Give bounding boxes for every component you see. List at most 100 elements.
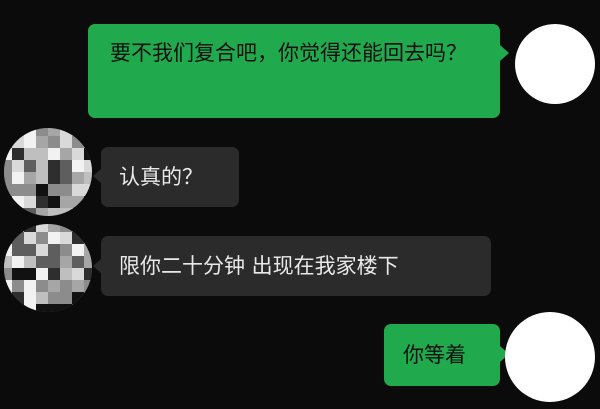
mosaic-pixel [36,208,48,216]
mosaic-pixel [84,136,92,148]
mosaic-pixel [84,184,92,196]
mosaic-pixel [60,184,72,196]
mosaic-pixel [72,244,84,256]
mosaic-pixel [4,268,12,280]
mosaic-pixel [24,160,36,172]
mosaic-pixel [4,224,12,232]
mosaic-pixel [36,304,48,312]
mosaic-pixel [12,244,24,256]
mosaic-pixel [24,172,36,184]
mosaic-pixel [12,148,24,160]
mosaic-pixel [24,196,36,208]
mosaic-pixel [24,128,36,136]
mosaic-pixel [24,256,36,268]
contact-avatar[interactable] [4,128,92,216]
mosaic-pixel [24,148,36,160]
mosaic-pixel [12,160,24,172]
mosaic-pixel [48,256,60,268]
mosaic-pixel [84,128,92,136]
mosaic-pixel [84,304,92,312]
mosaic-pixel [36,160,48,172]
mosaic-pixel [12,196,24,208]
contact-avatar[interactable] [4,224,92,312]
mosaic-pixel [60,208,72,216]
mosaic-pixel [36,244,48,256]
own-avatar[interactable] [515,24,595,104]
mosaic-pixel [60,160,72,172]
mosaic-pixel [84,292,92,304]
mosaic-pixel [84,160,92,172]
mosaic-pixel [4,256,12,268]
mosaic-pixel [60,268,72,280]
mosaic-pixel [4,160,12,172]
mosaic-pixel [48,148,60,160]
mosaic-pixel [12,232,24,244]
mosaic-pixel [36,172,48,184]
mosaic-pixel [84,280,92,292]
mosaic-pixel [4,172,12,184]
mosaic-pixel [60,304,72,312]
mosaic-pixel [84,172,92,184]
mosaic-pixel [48,224,60,232]
mosaic-pixel [36,136,48,148]
mosaic-pixel [72,172,84,184]
mosaic-pixel [4,136,12,148]
message-text: 要不我们复合吧，你觉得还能回去吗？ [110,41,467,65]
mosaic-pixel [4,280,12,292]
message-bubble-sent[interactable]: 要不我们复合吧，你觉得还能回去吗？ [88,24,500,118]
mosaic-pixel [84,196,92,208]
mosaic-pixel [60,148,72,160]
message-bubble-received[interactable]: 限你二十分钟 出现在我家楼下 [101,236,491,296]
mosaic-pixel [24,304,36,312]
mosaic-pixel [24,244,36,256]
mosaic-pixel [84,232,92,244]
mosaic-pixel [36,256,48,268]
mosaic-pixel [84,208,92,216]
mosaic-pixel [84,256,92,268]
mosaic-pixel [4,184,12,196]
mosaic-pixel [72,208,84,216]
mosaic-pixel [36,184,48,196]
mosaic-pixel [24,208,36,216]
mosaic-pixel [24,292,36,304]
message-bubble-received[interactable]: 认真的？ [101,147,239,207]
mosaic-pixel [12,292,24,304]
mosaic-pixel [12,224,24,232]
own-avatar[interactable] [505,312,595,402]
mosaic-pixel [36,148,48,160]
mosaic-pixel [84,148,92,160]
mosaic-pixel [36,128,48,136]
mosaic-pixel [72,136,84,148]
mosaic-pixel [24,280,36,292]
mosaic-pixel [4,148,12,160]
mosaic-pixel [48,172,60,184]
message-bubble-sent[interactable]: 你等着 [384,324,500,386]
mosaic-pixel [48,184,60,196]
mosaic-pixel [60,280,72,292]
message-text: 认真的？ [119,165,203,189]
mosaic-pixel [60,196,72,208]
mosaic-pixel [48,304,60,312]
message-text: 限你二十分钟 出现在我家楼下 [119,254,399,278]
mosaic-pixel [36,292,48,304]
mosaic-pixel [36,224,48,232]
mosaic-pixel [60,172,72,184]
bubble-tail [500,45,509,61]
mosaic-pixel [12,280,24,292]
mosaic-pixel [60,128,72,136]
mosaic-pixel [72,160,84,172]
mosaic-pixel [72,256,84,268]
mosaic-pixel [72,292,84,304]
mosaic-pixel [36,196,48,208]
mosaic-pixel [12,172,24,184]
mosaic-pixel [4,208,12,216]
chat-thread: 要不我们复合吧，你觉得还能回去吗？ 认真的？ 限你二十分钟 出现在我家楼下 你等… [0,0,600,409]
mosaic-pixel [36,280,48,292]
mosaic-pixel [48,244,60,256]
mosaic-pixel [12,208,24,216]
mosaic-pixel [12,184,24,196]
mosaic-pixel [72,304,84,312]
mosaic-pixel [24,232,36,244]
mosaic-pixel [60,232,72,244]
mosaic-pixel [4,232,12,244]
